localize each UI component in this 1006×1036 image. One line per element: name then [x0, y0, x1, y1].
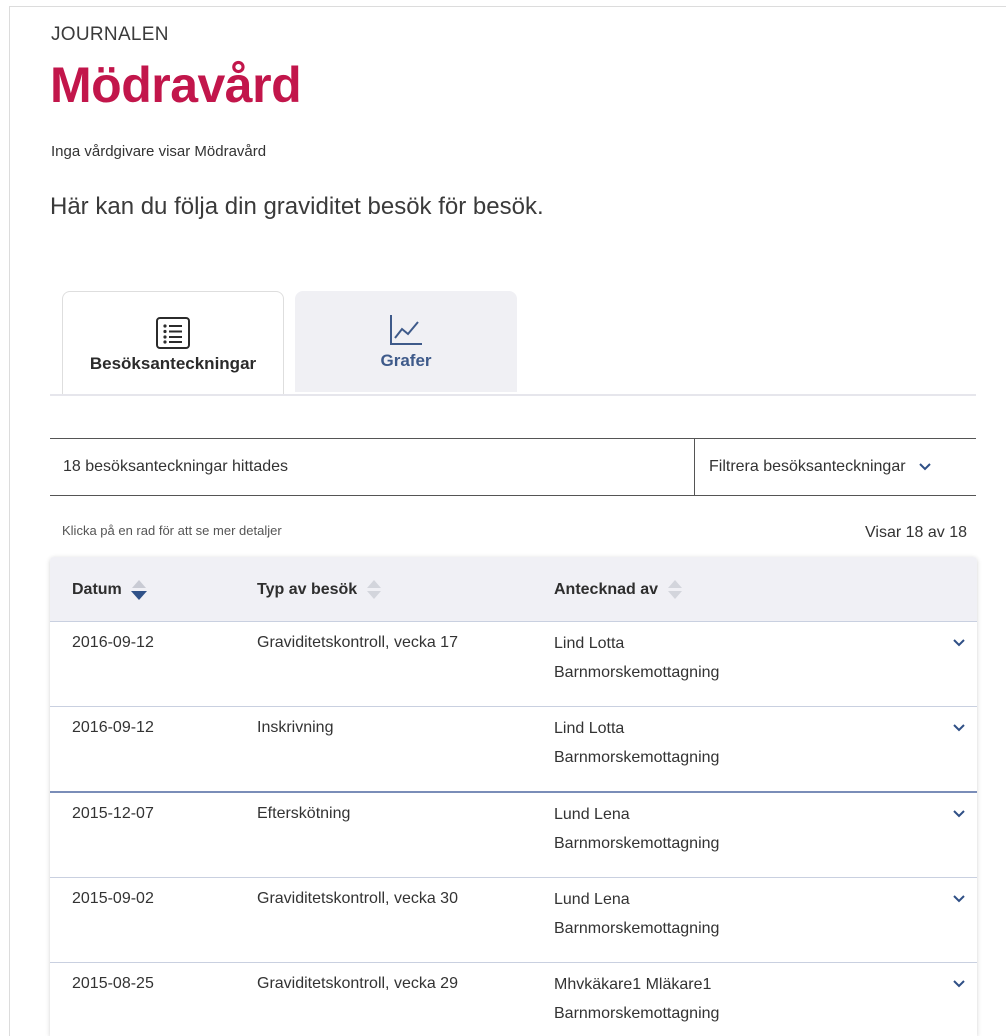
column-label: Antecknad av	[554, 581, 659, 598]
tab-besoksanteckningar[interactable]: Besöksanteckningar	[62, 291, 284, 394]
author-unit: Barnmorskemottagning	[554, 835, 720, 852]
page-title: Mödravård	[50, 57, 302, 113]
table-row[interactable]: 2015-09-02 Graviditetskontroll, vecka 30…	[50, 878, 977, 963]
chevron-down-icon[interactable]	[951, 893, 967, 905]
cell-visit-type: Inskrivning	[257, 719, 334, 736]
author-name: Mhvkäkare1 Mläkare1	[554, 976, 712, 993]
cell-date: 2016-09-12	[72, 634, 154, 651]
tab-label: Grafer	[380, 350, 432, 370]
chevron-down-icon[interactable]	[951, 978, 967, 990]
table-row[interactable]: 2015-12-07 Efterskötning Lund Lena Barnm…	[50, 793, 977, 878]
table-header: Datum Typ av besök Antecknad av	[50, 557, 977, 622]
author-name: Lund Lena	[554, 891, 630, 908]
cell-visit-type: Graviditetskontroll, vecka 29	[257, 975, 458, 992]
list-icon	[155, 316, 191, 350]
cell-visit-type: Graviditetskontroll, vecka 30	[257, 890, 458, 907]
cell-author: Lund Lena Barnmorskemottagning	[554, 800, 719, 858]
tab-label: Besöksanteckningar	[89, 354, 257, 373]
results-bar: 18 besöksanteckningar hittades Filtrera …	[50, 438, 976, 496]
sort-icon	[365, 579, 383, 601]
result-count: 18 besöksanteckningar hittades	[63, 458, 289, 475]
provider-note: Inga vårdgivare visar Mödravård	[51, 143, 267, 160]
table-row[interactable]: 2015-08-25 Graviditetskontroll, vecka 29…	[50, 963, 977, 1036]
author-name: Lind Lotta	[554, 635, 625, 652]
cell-author: Lind Lotta Barnmorskemottagning	[554, 629, 719, 687]
tab-bar: Besöksanteckningar Grafer	[50, 291, 976, 396]
author-name: Lind Lotta	[554, 720, 625, 737]
author-unit: Barnmorskemottagning	[554, 749, 720, 766]
visits-table: Datum Typ av besök Antecknad av 2016-09-…	[50, 557, 977, 1036]
table-row[interactable]: 2016-09-12 Inskrivning Lind Lotta Barnmo…	[50, 707, 977, 793]
filter-button[interactable]: Filtrera besöksanteckningar	[694, 439, 976, 495]
line-chart-icon	[388, 313, 424, 347]
sort-descending-icon	[130, 579, 148, 601]
cell-date: 2015-09-02	[72, 890, 154, 907]
cell-author: Mhvkäkare1 Mläkare1 Barnmorskemottagning	[554, 970, 719, 1028]
column-header-antecknad[interactable]: Antecknad av	[554, 579, 684, 601]
author-name: Lund Lena	[554, 806, 630, 823]
section-overline: JOURNALEN	[51, 24, 169, 45]
chevron-down-icon	[918, 462, 932, 472]
cell-visit-type: Graviditetskontroll, vecka 17	[257, 634, 458, 651]
chevron-down-icon[interactable]	[951, 722, 967, 734]
table-row[interactable]: 2016-09-12 Graviditetskontroll, vecka 17…	[50, 622, 977, 707]
cell-author: Lund Lena Barnmorskemottagning	[554, 885, 719, 943]
showing-count: Visar 18 av 18	[865, 524, 967, 541]
column-header-typ[interactable]: Typ av besök	[257, 579, 383, 601]
column-header-datum[interactable]: Datum	[72, 579, 148, 601]
author-unit: Barnmorskemottagning	[554, 664, 720, 681]
cell-date: 2015-12-07	[72, 805, 154, 822]
cell-date: 2016-09-12	[72, 719, 154, 736]
author-unit: Barnmorskemottagning	[554, 920, 720, 937]
cell-visit-type: Efterskötning	[257, 805, 351, 822]
lead-text: Här kan du följa din graviditet besök fö…	[50, 193, 544, 220]
author-unit: Barnmorskemottagning	[554, 1005, 720, 1022]
cell-author: Lind Lotta Barnmorskemottagning	[554, 714, 719, 772]
column-label: Datum	[72, 581, 122, 598]
row-hint: Klicka på en rad för att se mer detaljer	[62, 523, 282, 538]
tab-grafer[interactable]: Grafer	[295, 291, 517, 392]
filter-label: Filtrera besöksanteckningar	[709, 458, 906, 475]
sort-icon	[666, 579, 684, 601]
chevron-down-icon[interactable]	[951, 637, 967, 649]
chevron-down-icon[interactable]	[951, 808, 967, 820]
cell-date: 2015-08-25	[72, 975, 154, 992]
column-label: Typ av besök	[257, 581, 358, 598]
